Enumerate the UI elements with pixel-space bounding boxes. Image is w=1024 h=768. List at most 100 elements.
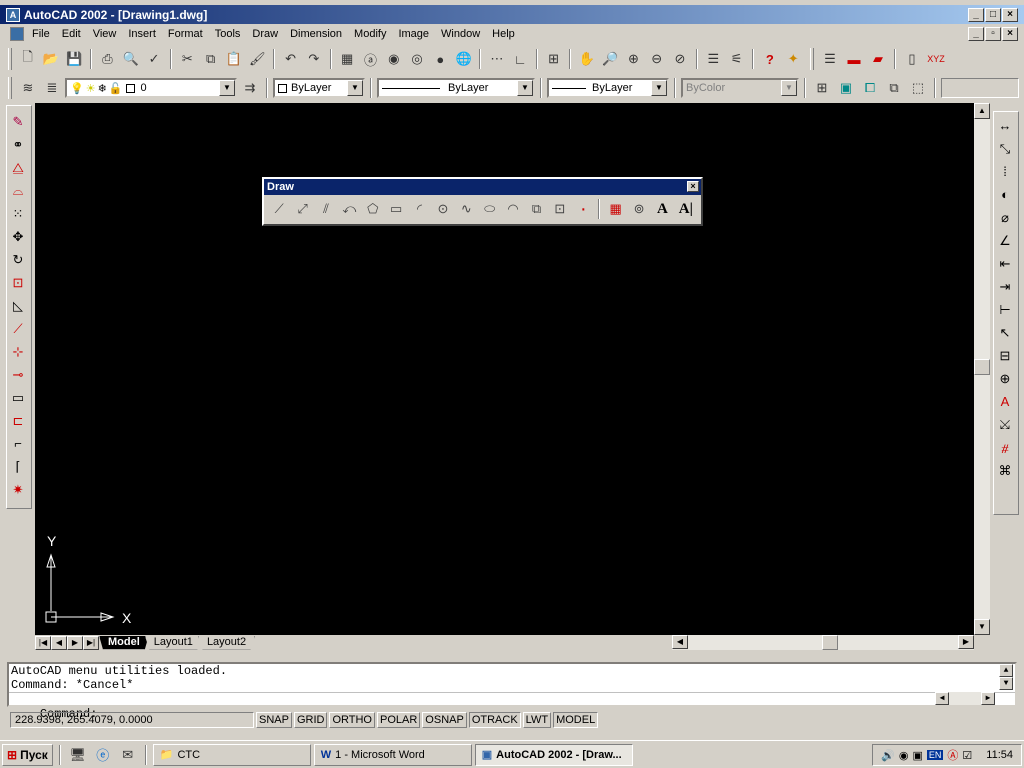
scale-icon[interactable]: ⊡: [7, 271, 29, 294]
chevron-down-icon[interactable]: ▼: [347, 80, 363, 96]
chevron-down-icon[interactable]: ▼: [517, 80, 533, 96]
scroll-right-icon[interactable]: ▶: [958, 635, 974, 649]
spell-check-icon[interactable]: ✓: [143, 48, 164, 70]
ortho-button[interactable]: ORTHO: [329, 712, 375, 728]
draw-toolbar-title[interactable]: Draw ×: [264, 179, 701, 195]
command-h-scrollbar[interactable]: ◀ ▶: [935, 692, 995, 705]
network-icon[interactable]: ◉: [899, 749, 909, 762]
chevron-down-icon[interactable]: ▼: [651, 80, 667, 96]
explode-icon[interactable]: ✷: [7, 478, 29, 501]
maximize-button[interactable]: □: [985, 7, 1001, 22]
dimension-update-icon[interactable]: ⧣: [994, 436, 1016, 459]
fillet-icon[interactable]: ⌈: [7, 455, 29, 478]
polyline-icon[interactable]: ⤺: [338, 198, 360, 220]
menu-help[interactable]: Help: [486, 28, 521, 40]
layer-manager-icon[interactable]: ≋: [17, 77, 39, 99]
menu-image[interactable]: Image: [392, 28, 435, 40]
convert-viewport-icon[interactable]: ⧉: [883, 77, 905, 99]
scroll-left-icon[interactable]: ◀: [672, 635, 688, 649]
baseline-dimension-icon[interactable]: ⇥: [994, 275, 1016, 298]
task-ctc[interactable]: 📁 CTC: [152, 743, 311, 766]
command-input[interactable]: Command:: [9, 692, 1015, 721]
rotate-icon[interactable]: ↻: [7, 248, 29, 271]
break-icon[interactable]: ⊏: [7, 409, 29, 432]
zoom-window-icon[interactable]: ⊕: [623, 48, 644, 70]
scroll-right-icon[interactable]: ▶: [981, 692, 995, 705]
task-autocad[interactable]: ▣ AutoCAD 2002 - [Draw...: [474, 743, 633, 766]
construction-line-icon[interactable]: ⤢: [291, 198, 313, 220]
extend-icon[interactable]: ⊸: [7, 363, 29, 386]
print-icon[interactable]: ⎙: [97, 48, 118, 70]
point-icon[interactable]: ·: [572, 198, 594, 220]
checkbox-icon[interactable]: ☑: [962, 749, 972, 762]
save-icon[interactable]: 💾: [64, 48, 85, 70]
multiline-text-icon[interactable]: A: [651, 198, 673, 220]
menu-format[interactable]: Format: [162, 28, 209, 40]
layer-red-icon[interactable]: ▬: [843, 48, 865, 70]
language-indicator[interactable]: EN: [926, 750, 944, 760]
chamfer-icon[interactable]: ⌐: [7, 432, 29, 455]
radius-dimension-icon[interactable]: ◐: [994, 183, 1016, 206]
otrack-button[interactable]: OTRACK: [468, 712, 521, 728]
hyperlink-icon[interactable]: 🌐: [453, 48, 474, 70]
multiline-icon[interactable]: ⫽: [315, 198, 337, 220]
tab-layout2[interactable]: Layout2: [197, 635, 256, 650]
scroll-down-icon[interactable]: ▼: [999, 677, 1013, 690]
zoom-realtime-icon[interactable]: 🔎: [599, 48, 620, 70]
task-word[interactable]: W 1 - Microsoft Word: [313, 743, 472, 766]
polar-button[interactable]: POLAR: [377, 712, 421, 728]
start-button[interactable]: ⊞ Пуск: [2, 743, 53, 766]
internet-explorer-icon[interactable]: ⓔ: [92, 744, 114, 766]
stretch-icon[interactable]: ◺: [7, 294, 29, 317]
last-tab-icon[interactable]: ▶|: [83, 635, 99, 650]
menu-file[interactable]: File: [26, 28, 56, 40]
minimize-button[interactable]: _: [968, 7, 984, 22]
vertical-scrollbar[interactable]: ▲ ▼: [974, 103, 990, 635]
layer-red2-icon[interactable]: ▰: [867, 48, 889, 70]
display-icon[interactable]: ▣: [912, 749, 922, 762]
move-icon[interactable]: ✥: [7, 225, 29, 248]
first-tab-icon[interactable]: |◀: [35, 635, 51, 650]
continue-dimension-icon[interactable]: ⊢: [994, 298, 1016, 321]
grid-button[interactable]: GRID: [293, 712, 328, 728]
array-icon[interactable]: ⁙: [7, 202, 29, 225]
horizontal-scrollbar[interactable]: ◀ ▶: [672, 635, 974, 650]
single-viewport-icon[interactable]: ▣: [835, 77, 857, 99]
linear-dimension-icon[interactable]: ↔: [994, 114, 1016, 137]
break-at-point-icon[interactable]: ▭: [7, 386, 29, 409]
scroll-down-icon[interactable]: ▼: [974, 619, 990, 635]
xyz-icon[interactable]: XYZ: [925, 48, 947, 70]
mirror-icon[interactable]: ⧋: [7, 156, 29, 179]
h-scroll-thumb[interactable]: [822, 635, 838, 650]
center-mark-icon[interactable]: ⊕: [994, 367, 1016, 390]
document-icon[interactable]: [10, 27, 24, 41]
doc-minimize-button[interactable]: _: [968, 27, 984, 41]
angular-dimension-icon[interactable]: ∠: [994, 229, 1016, 252]
copy-icon[interactable]: ⧉: [200, 48, 221, 70]
dimension-text-edit-icon[interactable]: ⤩: [994, 413, 1016, 436]
dimension-style-icon[interactable]: ⌘: [994, 459, 1016, 482]
color-combo[interactable]: ByLayer ▼: [273, 78, 365, 98]
cut-icon[interactable]: ✂: [177, 48, 198, 70]
volume-icon[interactable]: 🔊: [881, 749, 895, 762]
match-properties-icon[interactable]: 🖌: [247, 48, 268, 70]
zoom-previous-icon[interactable]: ⊖: [646, 48, 667, 70]
menu-view[interactable]: View: [87, 28, 123, 40]
scroll-thumb[interactable]: [974, 359, 990, 375]
menu-insert[interactable]: Insert: [122, 28, 162, 40]
viewport-scale-field[interactable]: [941, 78, 1019, 98]
next-tab-icon[interactable]: ▶: [67, 635, 83, 650]
linetype-combo[interactable]: ByLayer ▼: [377, 78, 535, 98]
make-object-layer-current-icon[interactable]: ≣: [41, 77, 63, 99]
hatch-icon[interactable]: ▦: [604, 198, 626, 220]
doc-close-button[interactable]: ×: [1002, 27, 1018, 41]
arc-icon[interactable]: ◜: [408, 198, 430, 220]
region-icon[interactable]: ⊚: [628, 198, 650, 220]
close-icon[interactable]: ×: [687, 181, 699, 192]
dimension-edit-icon[interactable]: A: [994, 390, 1016, 413]
scroll-left-icon[interactable]: ◀: [935, 692, 949, 705]
ellipse-arc-icon[interactable]: ◠: [502, 198, 524, 220]
menu-window[interactable]: Window: [435, 28, 486, 40]
make-block-icon[interactable]: ⊡: [549, 198, 571, 220]
paste-icon[interactable]: 📋: [223, 48, 244, 70]
